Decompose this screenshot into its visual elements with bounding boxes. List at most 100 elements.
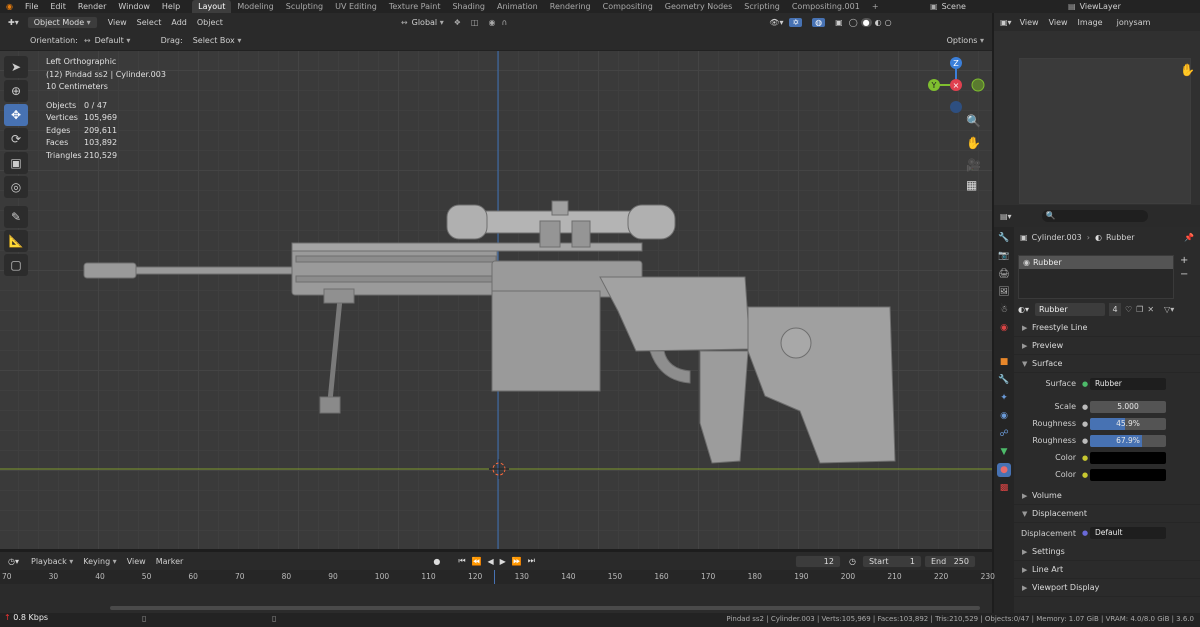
material-name-field[interactable]: Rubber [1035, 302, 1105, 316]
camera-icon[interactable]: 🎥 [966, 158, 981, 172]
proportional-edit-icon[interactable]: ◉ [488, 18, 495, 27]
xray-toggle-icon[interactable]: ▣ [835, 18, 843, 27]
tab-modifier-icon[interactable]: 🔧 [997, 373, 1011, 387]
axis-gizmo[interactable]: Z Y × [922, 54, 992, 124]
color-swatch-1[interactable] [1090, 451, 1166, 464]
menu-file[interactable]: File [19, 0, 44, 13]
prev-keyframe-icon[interactable]: ⏪ [472, 557, 482, 566]
workspace-tab-shading[interactable]: Shading [446, 0, 491, 13]
auto-keying-icon[interactable]: ● [433, 557, 440, 566]
zoom-icon[interactable]: 🔍 [966, 114, 981, 128]
surface-shader-field[interactable]: Rubber [1090, 377, 1166, 390]
tab-data-icon[interactable]: ▼ [997, 445, 1011, 459]
scale-field[interactable]: 5.000 [1090, 400, 1166, 413]
timeline-view-menu[interactable]: View [127, 557, 146, 566]
timeline-body[interactable] [0, 584, 992, 614]
tab-particles-icon[interactable]: ✦ [997, 391, 1011, 405]
filter-icon[interactable]: ▽▾ [1164, 305, 1174, 314]
add-cube-tool-icon[interactable]: ▢ [4, 254, 28, 276]
pan-icon[interactable]: ✋ [966, 136, 981, 150]
tab-material-icon[interactable]: ● [997, 463, 1011, 477]
next-keyframe-icon[interactable]: ⏩ [512, 557, 522, 566]
rotate-tool-icon[interactable]: ⟳ [4, 128, 28, 150]
tab-constraints-icon[interactable]: ☍ [997, 427, 1011, 441]
playback-menu[interactable]: Playback [31, 557, 73, 566]
viewport-menu-view[interactable]: View [108, 18, 127, 27]
workspace-tab-rendering[interactable]: Rendering [544, 0, 597, 13]
perspective-grid-icon[interactable]: ▦ [966, 178, 977, 192]
section-line-art[interactable]: ▶ Line Art [1014, 561, 1200, 579]
workspace-tab-layout[interactable]: Layout [192, 0, 232, 13]
shading-rendered-icon[interactable]: ○ [885, 18, 892, 27]
jump-start-icon[interactable]: ⏮ [458, 556, 465, 566]
add-slot-button[interactable]: + [1180, 255, 1188, 266]
section-freestyle-line[interactable]: ▶ Freestyle Line [1014, 319, 1200, 337]
material-slot-row[interactable]: ◉ Rubber [1019, 256, 1173, 269]
play-icon[interactable]: ▶ [500, 557, 506, 566]
browse-material-icon[interactable]: ◐▾ [1018, 305, 1029, 314]
tab-scene-icon[interactable]: ☃ [997, 303, 1011, 317]
menu-window[interactable]: Window [112, 0, 156, 13]
tab-world-icon[interactable]: ◉ [997, 321, 1011, 335]
image-editor-type-icon[interactable]: ▣▾ [1000, 18, 1012, 27]
workspace-tab-uv-editing[interactable]: UV Editing [329, 0, 383, 13]
material-users-count[interactable]: 4 [1109, 302, 1121, 316]
transform-orientation-dropdown[interactable]: Global [412, 18, 444, 27]
timeline-editor-icon[interactable]: ◷▾ [8, 557, 19, 566]
falloff-icon[interactable]: ∩ [501, 18, 507, 27]
play-reverse-icon[interactable]: ◀ [488, 557, 494, 566]
displacement-field[interactable]: Default [1090, 527, 1166, 539]
properties-search-field[interactable]: 🔍 [1041, 210, 1148, 222]
duplicate-material-icon[interactable]: ❐ [1136, 305, 1143, 314]
workspace-tab-compositing[interactable]: Compositing [597, 0, 659, 13]
scale-tool-icon[interactable]: ▣ [4, 152, 28, 174]
workspace-tab-scripting[interactable]: Scripting [738, 0, 786, 13]
visibility-icon[interactable]: 👁▾ [769, 18, 783, 27]
roughness-slider-2[interactable]: 67.9% [1090, 434, 1166, 447]
blender-logo-icon[interactable]: ◉ [0, 0, 19, 13]
measure-tool-icon[interactable]: 📐 [4, 230, 28, 252]
workspace-tab-geometry-nodes[interactable]: Geometry Nodes [659, 0, 738, 13]
remove-slot-button[interactable]: − [1180, 269, 1188, 280]
menu-help[interactable]: Help [156, 0, 186, 13]
shading-wireframe-icon[interactable]: ◯ [849, 18, 858, 27]
keying-menu[interactable]: Keying [83, 557, 116, 566]
transform-tool-icon[interactable]: ◎ [4, 176, 28, 198]
gizmo-toggle-icon[interactable]: ✡ [789, 17, 803, 27]
timeline-scrollbar[interactable] [110, 606, 980, 610]
roughness-slider-1[interactable]: 45.9% [1090, 417, 1166, 430]
workspace-tab-texture-paint[interactable]: Texture Paint [383, 0, 447, 13]
workspace-tab-compositing-001[interactable]: Compositing.001 [786, 0, 866, 13]
shading-material-icon[interactable]: ◐ [875, 18, 882, 27]
properties-editor-type-icon[interactable]: ▤▾ [1000, 212, 1012, 221]
section-displacement[interactable]: ▼ Displacement [1014, 505, 1200, 523]
orientation-dropdown[interactable]: Default [95, 36, 153, 45]
image-editor-user[interactable]: jonysam [1117, 18, 1151, 27]
image-pan-icon[interactable]: ✋ [1180, 63, 1195, 77]
mode-dropdown[interactable]: Object Mode [26, 15, 98, 29]
fake-user-icon[interactable]: ♡ [1125, 305, 1132, 314]
section-volume[interactable]: ▶ Volume [1014, 487, 1200, 505]
workspace-tab-modeling[interactable]: Modeling [231, 0, 279, 13]
tab-physics-icon[interactable]: ◉ [997, 409, 1011, 423]
pin-icon[interactable]: 📌 [1184, 233, 1194, 242]
snap-icon[interactable]: ◫ [471, 18, 479, 27]
image-editor-canvas[interactable]: ✋ [994, 31, 1200, 205]
cursor-tool-icon[interactable]: ⊕ [4, 80, 28, 102]
tab-render-icon[interactable]: 📷 [997, 249, 1011, 263]
timeline-ruler[interactable]: 70 30 40 50 60 70 80 90 100 110 120 130 140 150 160 170… [0, 570, 995, 614]
jump-end-icon[interactable]: ⏭ [528, 556, 535, 566]
tab-tool-icon[interactable]: 🔧 [997, 231, 1011, 245]
view-layer-selector[interactable]: ▤ ViewLayer [1068, 0, 1121, 13]
color-swatch-2[interactable] [1090, 468, 1166, 481]
menu-render[interactable]: Render [72, 0, 112, 13]
viewport-menu-add[interactable]: Add [171, 18, 187, 27]
scene-selector[interactable]: ▣ Scene [930, 0, 966, 13]
unlink-material-icon[interactable]: ✕ [1147, 305, 1154, 314]
start-frame-field[interactable]: Start 1 [861, 554, 922, 568]
tab-output-icon[interactable]: 🖨 [997, 267, 1011, 281]
select-tool-icon[interactable]: ➤ [4, 56, 28, 78]
tab-view-layer-icon[interactable]: 🖼 [997, 285, 1011, 299]
shading-solid-icon[interactable]: ● [860, 17, 872, 27]
section-preview[interactable]: ▶ Preview [1014, 337, 1200, 355]
